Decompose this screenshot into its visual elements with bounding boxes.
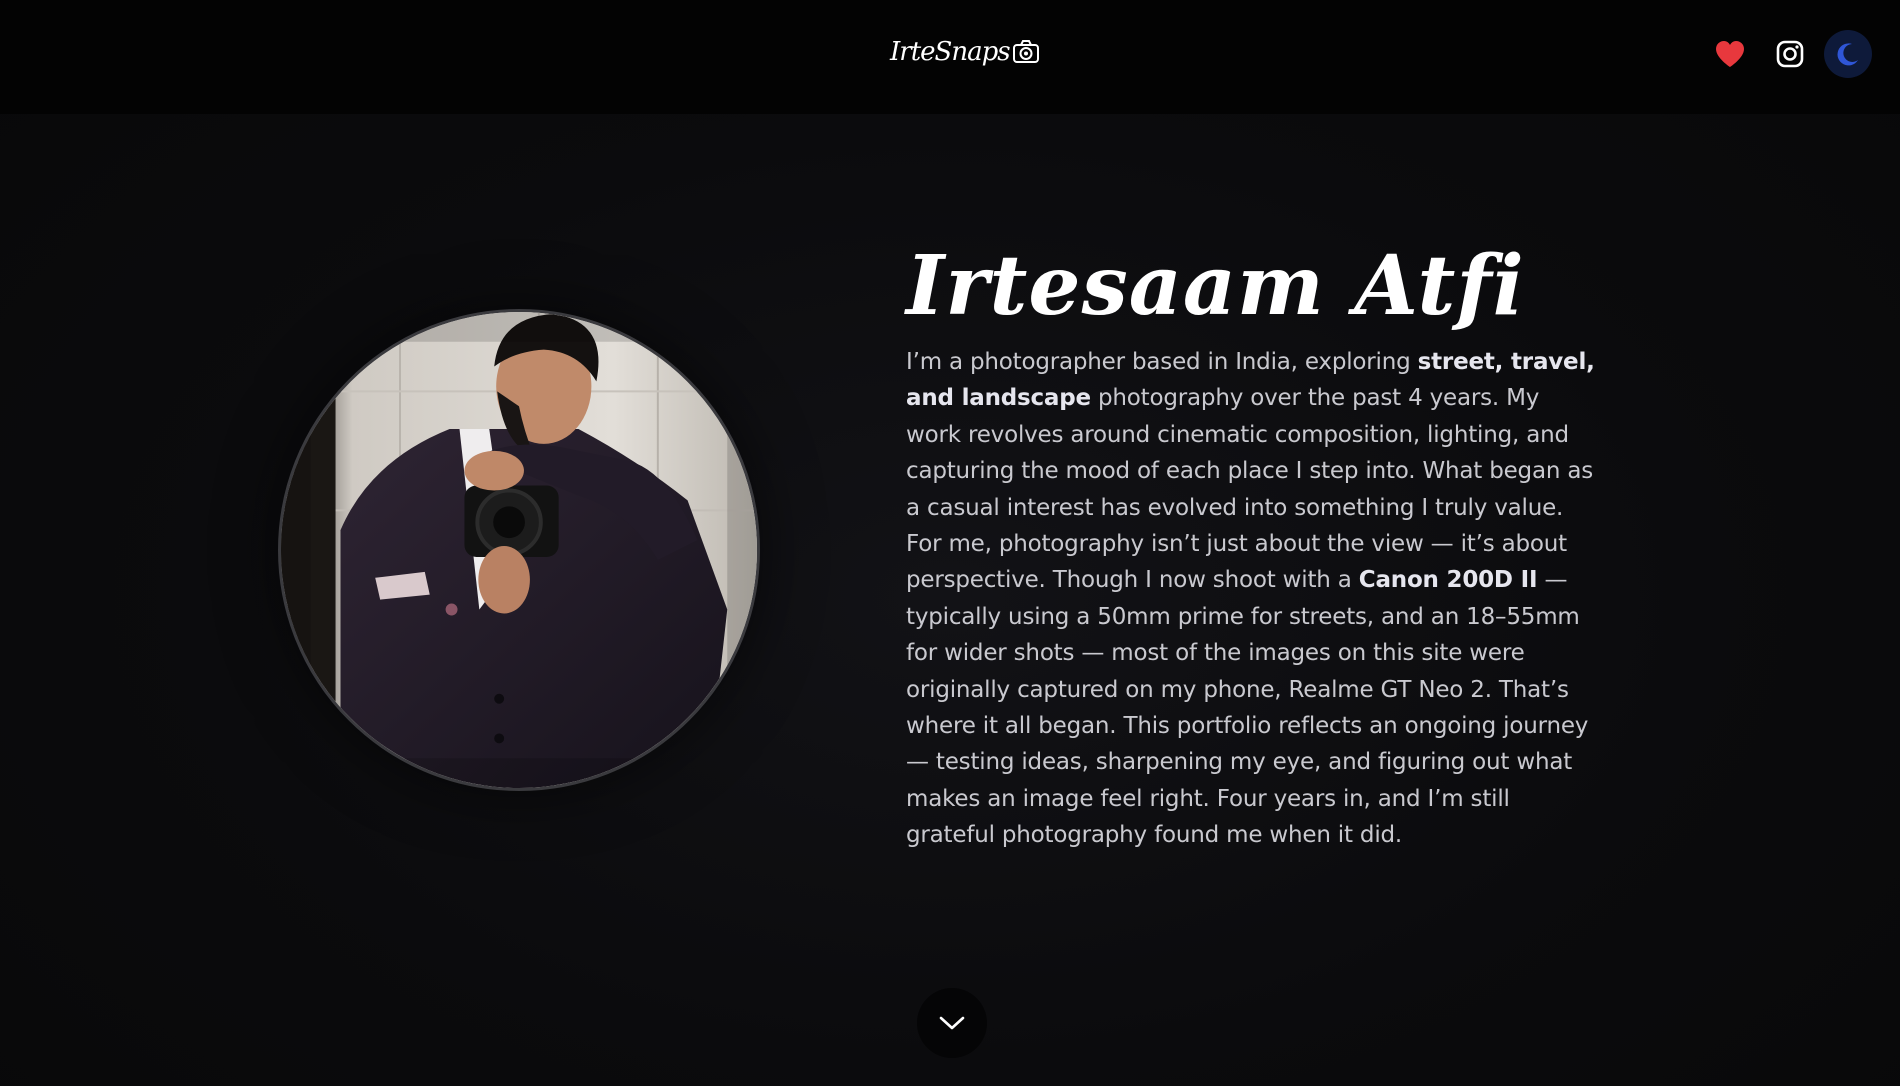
bio-highlight-camera: Canon 200D II <box>1358 567 1538 594</box>
profile-name: Irtesaam Atfi <box>906 238 1525 334</box>
heart-icon <box>1716 41 1744 67</box>
chevron-down-icon <box>939 1016 965 1030</box>
profile-photo <box>278 309 760 791</box>
profile-bio: I’m a photographer based in India, explo… <box>906 344 1596 854</box>
top-navbar: IrteSnaps <box>0 0 1900 114</box>
bio-text-2: photography over the past 4 years. My wo… <box>906 385 1594 594</box>
portrait-photo <box>281 312 757 788</box>
scroll-down-button[interactable] <box>917 988 987 1058</box>
instagram-button[interactable] <box>1766 30 1814 78</box>
site-logo[interactable]: IrteSnaps <box>890 30 1040 74</box>
logo-text: IrteSnaps <box>890 37 1011 67</box>
camera-icon <box>1012 40 1039 63</box>
instagram-icon <box>1776 40 1804 68</box>
theme-toggle-button[interactable] <box>1824 30 1872 78</box>
bio-text-1: I’m a photographer based in India, explo… <box>906 349 1418 375</box>
about-page: IrteSnaps Irtesaam Atfi I’m a photograph… <box>0 0 1900 1086</box>
moon-icon <box>1837 43 1858 66</box>
favorites-button[interactable] <box>1706 30 1754 78</box>
bio-text-3: — typically using a 50mm prime for stree… <box>906 567 1589 849</box>
